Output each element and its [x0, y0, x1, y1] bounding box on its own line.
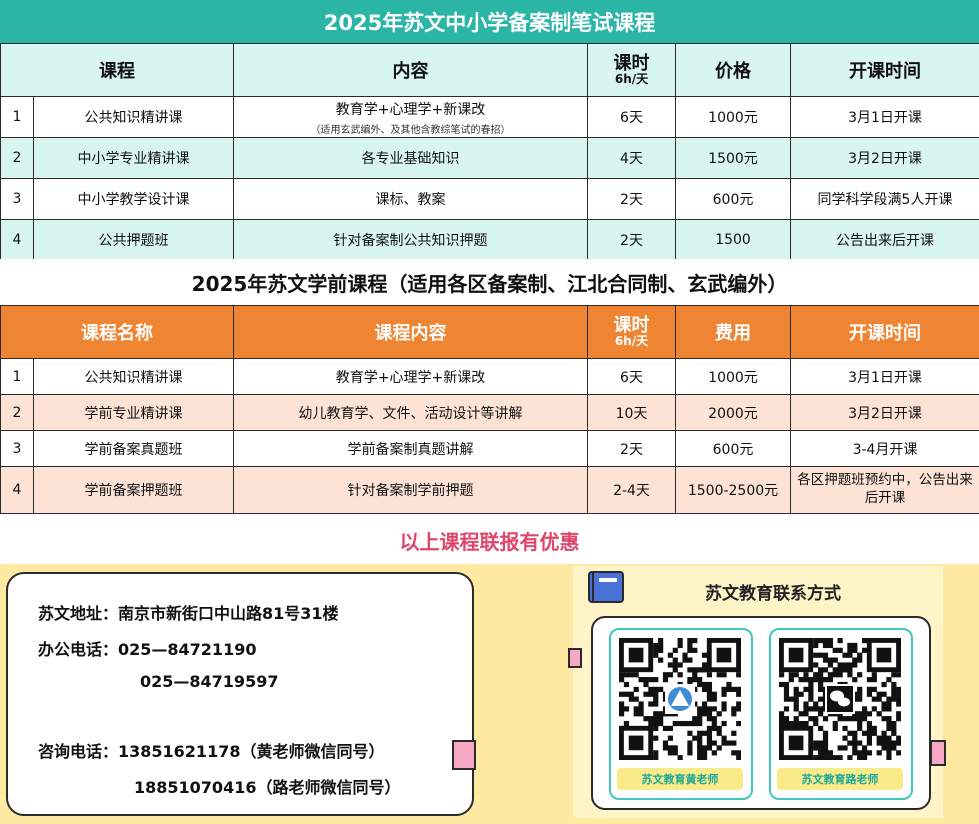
table-row: 1 公共知识精讲课 教育学+心理学+新课改 6天 1000元 3月1日开课 — [0, 358, 979, 395]
address-text: 苏文地址：南京市新街口中山路81号31楼 — [38, 604, 339, 623]
table-row: 1 公共知识精讲课 教育学+心理学+新课改 （适用玄武编外、及其他含教综笔试的春招… — [0, 96, 979, 138]
header-start: 开课时间 — [790, 43, 979, 97]
section1-title: 2025年苏文中小学备案制笔试课程 — [0, 0, 979, 44]
consult-phone: 咨询电话：13851621178（黄老师微信同号） — [38, 742, 385, 761]
course-name: 中小学专业精讲课 — [33, 137, 234, 179]
course-start: 3月2日开课 — [790, 394, 979, 431]
course-start: 各区押题班预约中，公告出来后开课 — [790, 466, 979, 514]
course-content: 教育学+心理学+新课改 （适用玄武编外、及其他含教综笔试的春招） — [233, 96, 588, 138]
row-number: 4 — [0, 466, 34, 514]
row-number: 2 — [0, 394, 34, 431]
course-content: 各专业基础知识 — [233, 137, 588, 179]
course-hours: 6天 — [587, 358, 676, 395]
course-price: 1500 — [675, 219, 791, 261]
course-start: 公告出来后开课 — [790, 219, 979, 261]
office-phone: 办公电话：025—84721190 — [38, 640, 257, 659]
middle-school-course-table: 课程 内容 课时 6h/天 价格 开课时间 1 公共知识精讲课 教育学+心理学+新… — [0, 43, 979, 261]
qr-code-huang — [619, 638, 741, 760]
course-hours: 6天 — [587, 96, 676, 138]
course-price: 1000元 — [675, 358, 791, 395]
course-content: 教育学+心理学+新课改 — [233, 358, 588, 395]
course-name: 学前专业精讲课 — [33, 394, 234, 431]
course-content: 针对备案制公共知识押题 — [233, 219, 588, 261]
qr-caption: 苏文教育路老师 — [777, 768, 903, 790]
row-number: 1 — [0, 96, 34, 138]
course-content: 针对备案制学前押题 — [233, 466, 588, 514]
course-start: 3月1日开课 — [790, 96, 979, 138]
course-content: 幼儿教育学、文件、活动设计等讲解 — [233, 394, 588, 431]
course-price: 1500元 — [675, 137, 791, 179]
course-price: 600元 — [675, 430, 791, 467]
course-name: 公共知识精讲课 — [33, 96, 234, 138]
preschool-course-table: 课程名称 课程内容 课时 6h/天 费用 开课时间 1 公共知识精讲课 教育学+心… — [0, 305, 979, 514]
course-hours: 10天 — [587, 394, 676, 431]
header-hours: 课时 6h/天 — [587, 305, 676, 359]
bundle-discount-note: 以上课程联报有优惠 — [399, 529, 580, 554]
table-header-row: 课程名称 课程内容 课时 6h/天 费用 开课时间 — [0, 305, 979, 359]
course-price: 1500-2500元 — [675, 466, 791, 514]
course-content: 课标、教案 — [233, 178, 588, 220]
course-note: （适用玄武编外、及其他含教综笔试的春招） — [310, 124, 511, 136]
course-start: 3月1日开课 — [790, 358, 979, 395]
header-price: 费用 — [675, 305, 791, 359]
course-hours: 2天 — [587, 219, 676, 261]
course-name: 学前备案押题班 — [33, 466, 234, 514]
header-price: 价格 — [675, 43, 791, 97]
header-hours: 课时 6h/天 — [587, 43, 676, 97]
qr-card-huang: 苏文教育黄老师 — [609, 628, 753, 800]
course-start: 3月2日开课 — [790, 137, 979, 179]
header-content: 课程内容 — [233, 305, 588, 359]
table-row: 2 中小学专业精讲课 各专业基础知识 4天 1500元 3月2日开课 — [0, 137, 979, 179]
header-start: 开课时间 — [790, 305, 979, 359]
wechat-icon — [827, 686, 853, 712]
header-course: 课程名称 — [0, 305, 234, 359]
header-course: 课程 — [0, 43, 234, 97]
course-content: 学前备案制真题讲解 — [233, 430, 588, 467]
course-name: 公共押题班 — [33, 219, 234, 261]
table-row: 4 学前备案押题班 针对备案制学前押题 2-4天 1500-2500元 各区押题… — [0, 466, 979, 514]
contact-footer: 苏文地址：南京市新街口中山路81号31楼 办公电话：025—84721190 0… — [0, 564, 979, 824]
row-number: 3 — [0, 178, 34, 220]
section2-title: 2025年苏文学前课程（适用各区备案制、江北合同制、玄武编外） — [0, 259, 979, 305]
qr-card-lu: 苏文教育路老师 — [769, 628, 913, 800]
table-header-row: 课程 内容 课时 6h/天 价格 开课时间 — [0, 43, 979, 97]
course-hours: 2天 — [587, 178, 676, 220]
decor-tab — [452, 740, 476, 770]
decor-tab — [930, 740, 946, 766]
qr-panel-title: 苏文教育联系方式 — [705, 583, 841, 604]
table-row: 2 学前专业精讲课 幼儿教育学、文件、活动设计等讲解 10天 2000元 3月2… — [0, 394, 979, 431]
course-name: 学前备案真题班 — [33, 430, 234, 467]
header-content: 内容 — [233, 43, 588, 97]
course-hours: 4天 — [587, 137, 676, 179]
table-row: 3 中小学教学设计课 课标、教案 2天 600元 同学科学段满5人开课 — [0, 178, 979, 220]
table-row: 3 学前备案真题班 学前备案制真题讲解 2天 600元 3-4月开课 — [0, 430, 979, 467]
decor-tab — [568, 648, 582, 668]
course-name: 公共知识精讲课 — [33, 358, 234, 395]
course-hours: 2-4天 — [587, 466, 676, 514]
course-price: 1000元 — [675, 96, 791, 138]
course-start: 同学科学段满5人开课 — [790, 178, 979, 220]
address-card: 苏文地址：南京市新街口中山路81号31楼 办公电话：025—84721190 0… — [6, 572, 474, 816]
row-number: 3 — [0, 430, 34, 467]
office-phone-2: 025—84719597 — [140, 672, 279, 691]
course-start: 3-4月开课 — [790, 430, 979, 467]
course-price: 2000元 — [675, 394, 791, 431]
course-name: 中小学教学设计课 — [33, 178, 234, 220]
logo-icon — [668, 687, 692, 711]
qr-code-lu — [779, 638, 901, 760]
row-number: 1 — [0, 358, 34, 395]
qr-contact-panel: 苏文教育联系方式 苏文教育黄老师 苏文教育路老师 — [573, 566, 943, 818]
qr-card-container: 苏文教育黄老师 苏文教育路老师 — [591, 616, 931, 810]
course-price: 600元 — [675, 178, 791, 220]
row-number: 2 — [0, 137, 34, 179]
course-hours: 2天 — [587, 430, 676, 467]
row-number: 4 — [0, 219, 34, 261]
table-row: 4 公共押题班 针对备案制公共知识押题 2天 1500 公告出来后开课 — [0, 219, 979, 261]
qr-caption: 苏文教育黄老师 — [617, 768, 743, 790]
consult-phone-2: 18851070416（路老师微信同号） — [134, 778, 401, 797]
